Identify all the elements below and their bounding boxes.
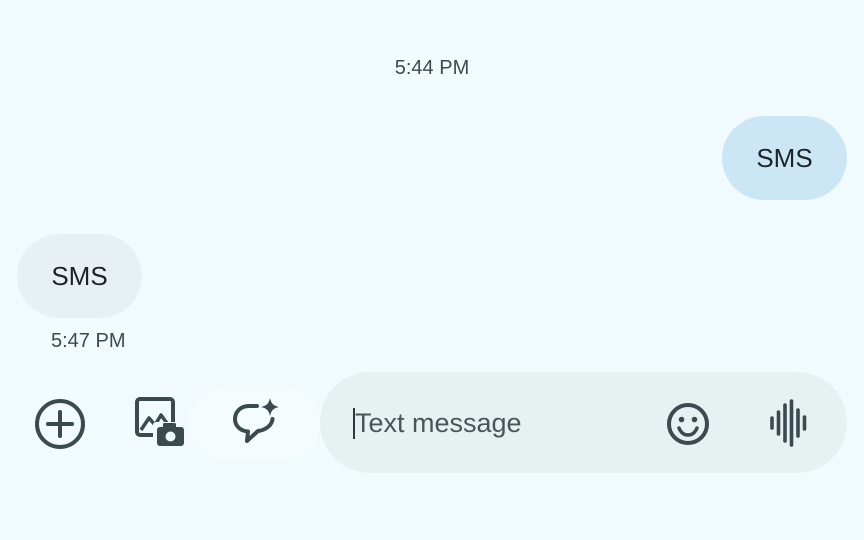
message-text: SMS	[51, 260, 108, 291]
ai-sparkle-chat-icon	[233, 398, 279, 443]
outgoing-message-bubble[interactable]: SMS	[722, 116, 847, 200]
message-input[interactable]	[355, 404, 635, 442]
add-circle-icon	[35, 399, 85, 449]
voice-message-button[interactable]	[764, 398, 812, 448]
voice-waveform-icon	[770, 399, 807, 447]
add-attachment-button[interactable]	[32, 396, 88, 452]
message-timestamp: 5:44 PM	[394, 57, 470, 79]
gallery-camera-icon	[135, 397, 186, 447]
message-timestamp: 5:47 PM	[51, 330, 126, 352]
emoji-icon	[667, 403, 709, 445]
incoming-message-bubble[interactable]: SMS	[17, 234, 142, 318]
emoji-button[interactable]	[664, 400, 712, 448]
message-text: SMS	[756, 142, 813, 173]
ai-reply-button[interactable]	[190, 386, 320, 460]
gallery-button[interactable]	[132, 394, 188, 450]
